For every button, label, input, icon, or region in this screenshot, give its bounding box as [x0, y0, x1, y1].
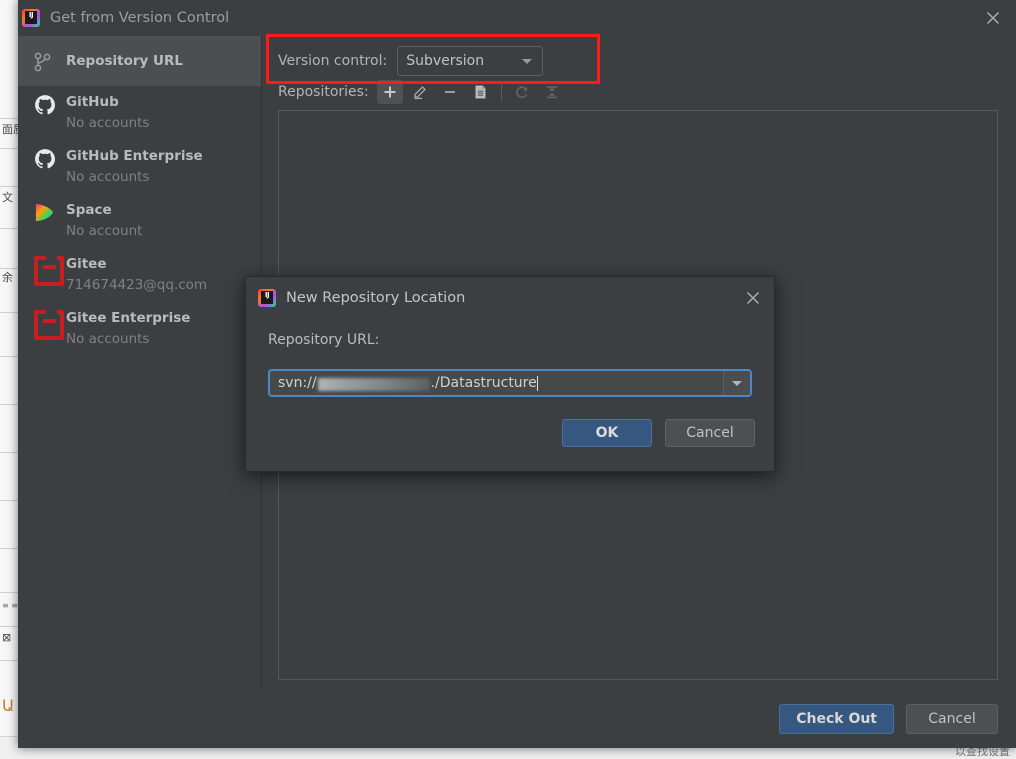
sidebar-item-sublabel: No account [66, 223, 143, 239]
sidebar-item-sublabel: 714674423@qq.com [66, 277, 208, 293]
background-cell-glyph: Ա [2, 696, 15, 715]
dialog-titlebar: Get from Version Control [18, 0, 1016, 36]
redacted-host-region [317, 377, 430, 391]
cancel-button[interactable]: Cancel [906, 704, 998, 734]
close-icon[interactable] [970, 0, 1016, 36]
refresh-button[interactable] [509, 80, 535, 104]
remove-repository-button[interactable] [437, 80, 463, 104]
version-control-selected-value: Subversion [406, 53, 485, 69]
repository-url-input[interactable]: svn:// ./Datastructure [270, 371, 723, 395]
repository-url-label: Repository URL: [268, 332, 380, 348]
screen: 面质 文 余 ≡ ≡ ⊠ Ա ▤ ⎸⎹ 以查找设置 Get from Versi… [0, 0, 1016, 759]
version-control-select[interactable]: Subversion [397, 46, 544, 76]
gitee-icon [34, 254, 64, 286]
sidebar-item-sublabel: No accounts [66, 115, 150, 131]
source-sidebar: Repository URL GitHub No accounts GitHub… [18, 36, 262, 690]
check-out-button[interactable]: Check Out [779, 704, 894, 734]
sidebar-item-label: Gitee Enterprise [66, 310, 191, 326]
chevron-down-icon [732, 380, 742, 386]
add-repository-button[interactable] [376, 80, 403, 104]
sidebar-item-sublabel: No accounts [66, 331, 150, 347]
sidebar-item-label: GitHub Enterprise [66, 148, 203, 164]
dialog-footer: Check Out Cancel [18, 690, 1016, 748]
git-branch-icon [34, 50, 64, 72]
sidebar-item-space[interactable]: Space No account [18, 194, 261, 248]
gitee-icon [34, 308, 64, 340]
edit-repository-button[interactable] [407, 80, 433, 104]
new-repository-location-dialog: New Repository Location Repository URL: … [245, 276, 775, 472]
jetbrains-space-icon [34, 200, 64, 223]
modal-title: New Repository Location [286, 290, 466, 306]
repository-url-suffix: ./Datastructure [430, 375, 537, 391]
sidebar-item-repository-url[interactable]: Repository URL [18, 36, 261, 86]
background-cell-glyph: ≡ ≡ [2, 601, 18, 610]
sidebar-item-gitee[interactable]: Gitee 714674423@qq.com [18, 248, 261, 302]
collapse-all-button[interactable] [539, 80, 565, 104]
sidebar-item-label: GitHub [66, 94, 119, 110]
ok-button[interactable]: OK [562, 419, 652, 447]
repositories-toolbar: Repositories: [278, 80, 569, 104]
background-cell-text: 余 [2, 271, 13, 284]
sidebar-item-sublabel: No accounts [66, 169, 150, 185]
sidebar-item-github-enterprise[interactable]: GitHub Enterprise No accounts [18, 140, 261, 194]
version-control-label: Version control: [278, 53, 388, 69]
sidebar-item-label: Repository URL [66, 53, 183, 69]
sidebar-item-label: Gitee [66, 256, 107, 272]
version-control-row: Version control: Subversion [278, 46, 544, 76]
repositories-label: Repositories: [278, 84, 369, 100]
sidebar-item-label: Space [66, 202, 112, 218]
background-cell-text: 文 [2, 191, 13, 204]
chevron-down-icon [522, 59, 533, 64]
toolbar-separator [500, 83, 502, 101]
modal-cancel-button[interactable]: Cancel [665, 419, 755, 447]
sidebar-item-gitee-enterprise[interactable]: Gitee Enterprise No accounts [18, 302, 261, 356]
repository-url-combobox[interactable]: svn:// ./Datastructure [268, 369, 752, 397]
background-cell-glyph: ⊠ [2, 631, 12, 644]
repository-url-prefix: svn:// [278, 375, 317, 391]
dialog-title: Get from Version Control [50, 10, 230, 26]
text-caret [536, 375, 538, 391]
modal-titlebar: New Repository Location [246, 277, 774, 319]
github-icon [34, 92, 64, 116]
sidebar-item-github[interactable]: GitHub No accounts [18, 86, 261, 140]
close-icon[interactable] [740, 285, 766, 311]
repository-url-dropdown-button[interactable] [723, 371, 750, 395]
intellij-idea-icon [22, 9, 40, 27]
intellij-idea-icon [258, 289, 276, 307]
github-icon [34, 146, 64, 170]
document-icon[interactable] [467, 80, 493, 104]
